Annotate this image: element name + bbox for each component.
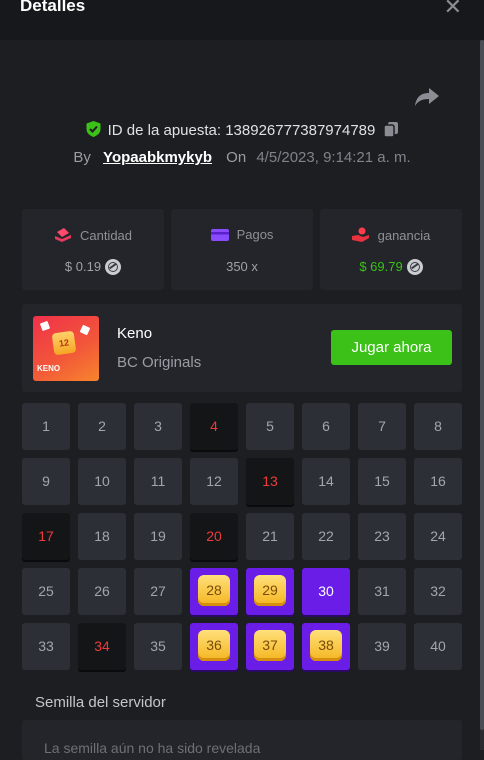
keno-cell: 9 <box>22 458 70 505</box>
bet-id-label: ID de la apuesta: <box>107 122 222 139</box>
scrollbar-thumb[interactable] <box>480 40 484 730</box>
gem-tile: 37 <box>254 630 286 661</box>
keno-cell: 34 <box>78 623 126 670</box>
keno-cell: 15 <box>358 458 406 505</box>
keno-cell: 7 <box>358 403 406 450</box>
keno-cell: 18 <box>78 513 126 560</box>
keno-cell: 36 <box>190 623 238 670</box>
keno-cell: 23 <box>358 513 406 560</box>
keno-cell: 39 <box>358 623 406 670</box>
stat-amount-label-row: Cantidad <box>22 227 164 243</box>
bet-author-line: By Yopaabkmykyb On 4/5/2023, 9:14:21 a. … <box>0 149 484 166</box>
keno-cell: 25 <box>22 568 70 615</box>
server-seed-text: La semilla aún no ha sido revelada <box>44 740 261 756</box>
stat-amount-label: Cantidad <box>79 228 133 243</box>
on-label: On <box>226 149 247 166</box>
keno-cell: 12 <box>190 458 238 505</box>
keno-cell: 38 <box>302 623 350 670</box>
thumb-number-tile: 12 <box>51 330 77 356</box>
bet-id-line: ID de la apuesta: 138926777387974789 <box>0 120 484 139</box>
stat-profit-value-row: $ 69.79 <box>320 259 462 275</box>
username-link[interactable]: Yopaabkmykyb <box>103 149 212 166</box>
keno-game-thumbnail[interactable]: 12 KENO <box>33 316 99 381</box>
stat-profit: ganancia $ 69.79 <box>320 209 462 290</box>
keno-cell: 17 <box>22 513 70 560</box>
coin-icon <box>105 259 122 275</box>
keno-cell: 20 <box>190 513 238 560</box>
keno-cell: 33 <box>22 623 70 670</box>
verified-shield-icon <box>86 121 101 137</box>
keno-cell: 28 <box>190 568 238 615</box>
profit-hand-icon <box>351 227 369 242</box>
gem-tile: 38 <box>310 630 342 661</box>
stat-amount-value: $ 0.19 <box>64 259 102 274</box>
by-label: By <box>73 149 91 166</box>
keno-cell: 24 <box>414 513 462 560</box>
stat-profit-value: $ 69.79 <box>359 259 403 274</box>
gem-tile: 36 <box>198 630 230 661</box>
gem-tile: 29 <box>254 575 286 606</box>
keno-cell: 35 <box>134 623 182 670</box>
keno-cell: 32 <box>414 568 462 615</box>
game-name: Keno <box>117 325 153 342</box>
keno-cell: 16 <box>414 458 462 505</box>
details-header: Detalles ✕ <box>0 0 484 40</box>
coin-icon <box>406 259 423 275</box>
stat-amount: Cantidad $ 0.19 <box>22 209 164 290</box>
keno-cell: 21 <box>246 513 294 560</box>
play-now-button[interactable]: Jugar ahora <box>331 330 452 365</box>
keno-cell: 10 <box>78 458 126 505</box>
close-icon[interactable]: ✕ <box>444 0 462 20</box>
amount-icon <box>54 228 71 242</box>
stat-payout-value: 350 x <box>226 259 258 274</box>
keno-cell: 6 <box>302 403 350 450</box>
thumb-card-decoration <box>79 324 91 336</box>
keno-cell: 26 <box>78 568 126 615</box>
keno-cell: 3 <box>134 403 182 450</box>
keno-cell: 27 <box>134 568 182 615</box>
keno-cell: 13 <box>246 458 294 505</box>
wallet-icon <box>210 229 229 241</box>
keno-cell: 14 <box>302 458 350 505</box>
keno-cell: 30 <box>302 568 350 615</box>
stat-profit-label-row: ganancia <box>320 227 462 243</box>
keno-cell: 5 <box>246 403 294 450</box>
scrollbar[interactable] <box>480 40 484 750</box>
game-provider: BC Originals <box>117 354 202 371</box>
gem-tile: 28 <box>198 575 230 606</box>
server-seed-box: La semilla aún no ha sido revelada <box>22 720 462 760</box>
thumb-card-decoration <box>39 320 51 332</box>
keno-cell: 31 <box>358 568 406 615</box>
keno-cell: 22 <box>302 513 350 560</box>
keno-cell: 2 <box>78 403 126 450</box>
share-icon[interactable] <box>414 86 440 108</box>
keno-cell: 37 <box>246 623 294 670</box>
header-title: Detalles <box>20 0 86 15</box>
stat-amount-value-row: $ 0.19 <box>22 259 164 275</box>
thumb-logo-text: KENO <box>37 364 61 373</box>
stat-profit-label: ganancia <box>377 228 431 243</box>
bet-id-value: 138926777387974789 <box>225 122 376 139</box>
game-card: 12 KENO Keno BC Originals Jugar ahora <box>22 304 462 392</box>
stat-payout: Pagos 350 x <box>171 209 313 290</box>
server-seed-label: Semilla del servidor <box>35 694 166 711</box>
keno-cell: 4 <box>190 403 238 450</box>
keno-cell: 19 <box>134 513 182 560</box>
keno-cell: 40 <box>414 623 462 670</box>
stat-payout-label: Pagos <box>236 227 274 242</box>
bet-date: 4/5/2023, 9:14:21 a. m. <box>256 149 411 166</box>
keno-cell: 11 <box>134 458 182 505</box>
copy-icon[interactable] <box>383 121 399 138</box>
keno-cell: 8 <box>414 403 462 450</box>
keno-cell: 1 <box>22 403 70 450</box>
stat-payout-label-row: Pagos <box>171 227 313 242</box>
keno-cell: 29 <box>246 568 294 615</box>
